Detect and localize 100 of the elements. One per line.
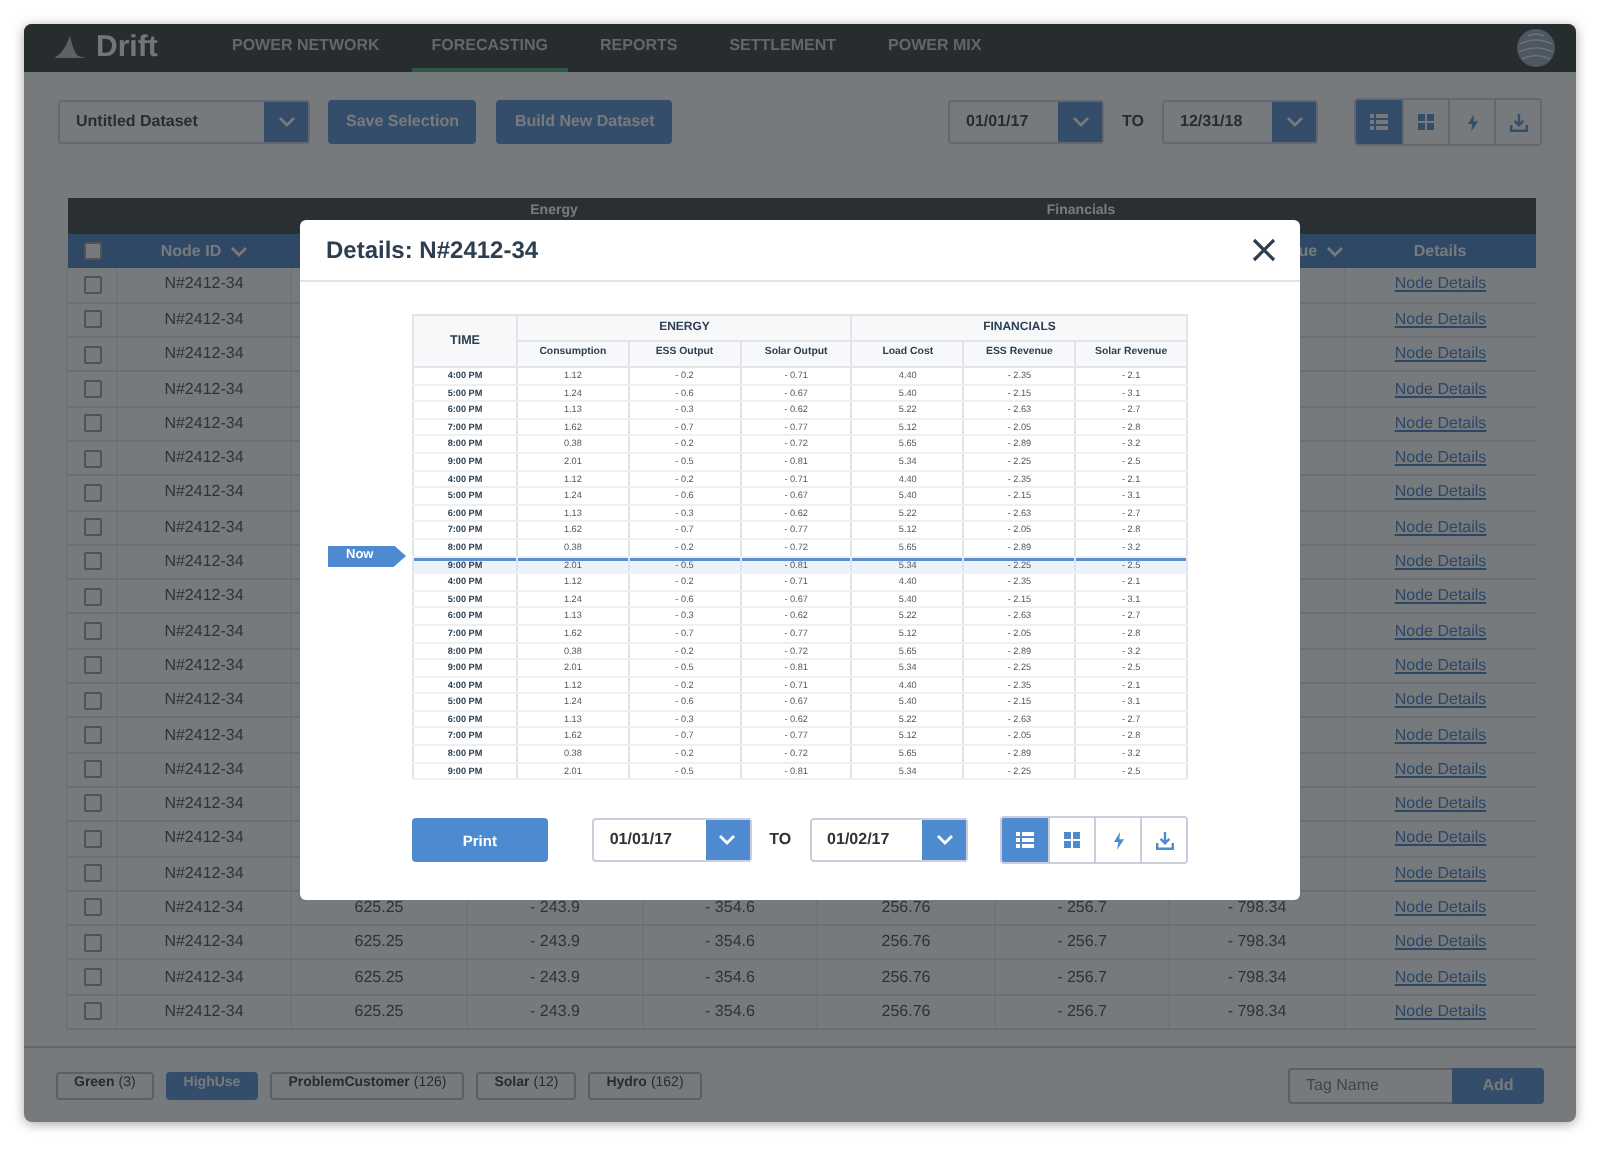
- table-cell: - 256.7: [1057, 932, 1107, 951]
- add-button[interactable]: Add: [1452, 1067, 1544, 1103]
- nav-tab[interactable]: REPORTS: [580, 24, 698, 72]
- node-details-link[interactable]: Node Details: [1394, 655, 1487, 674]
- table-cell: N#2412-34: [164, 967, 244, 986]
- table-cell: 625.25: [354, 932, 404, 951]
- table-cell: - 256.7: [1057, 1001, 1107, 1020]
- dropdown-button[interactable]: [1058, 102, 1103, 142]
- checkbox[interactable]: [83, 345, 101, 364]
- download-icon: [1509, 113, 1527, 131]
- node-details-link[interactable]: Node Details: [1394, 482, 1487, 501]
- node-details-link[interactable]: Node Details: [1394, 413, 1487, 432]
- checkbox[interactable]: [83, 587, 101, 606]
- table-cell: N#2412-34: [164, 586, 244, 605]
- table-cell: N#2412-34: [164, 448, 244, 467]
- checkbox[interactable]: [83, 760, 101, 779]
- nav-tab[interactable]: SETTLEMENT: [709, 24, 857, 72]
- table-cell: 625.25: [354, 1001, 404, 1020]
- fin-logo-icon: [52, 36, 88, 60]
- node-details-link[interactable]: Node Details: [1394, 344, 1487, 363]
- download-view-button[interactable]: [1140, 818, 1186, 863]
- table-cell: N#2412-34: [164, 897, 244, 916]
- toolbar-button[interactable]: Build New Dataset: [496, 100, 673, 144]
- chevron-down-icon: [277, 116, 295, 128]
- checkbox[interactable]: [83, 414, 101, 433]
- dropdown-button[interactable]: [1272, 102, 1316, 142]
- node-details-link[interactable]: Node Details: [1394, 517, 1487, 536]
- toolbar-button[interactable]: Save Selection: [328, 100, 477, 144]
- node-details-link[interactable]: Node Details: [1394, 448, 1487, 467]
- dropdown-button[interactable]: [705, 820, 750, 861]
- node-details-link[interactable]: Node Details: [1394, 897, 1487, 916]
- table-cell: - 354.6: [705, 897, 755, 916]
- table-cell: N#2412-34: [164, 274, 244, 293]
- date-select[interactable]: 12/31/18: [1162, 100, 1318, 144]
- lightning-bolt-icon: [1467, 113, 1477, 131]
- node-details-link[interactable]: Node Details: [1394, 725, 1487, 743]
- checkbox[interactable]: [83, 829, 101, 848]
- checkbox[interactable]: [83, 656, 101, 675]
- table-cell: N#2412-34: [164, 621, 244, 640]
- node-details-link[interactable]: Node Details: [1394, 621, 1487, 640]
- table-cell: - 256.7: [1057, 897, 1107, 916]
- checkbox[interactable]: [83, 552, 101, 571]
- checkbox[interactable]: [83, 241, 101, 260]
- checkbox[interactable]: [83, 379, 101, 398]
- node-details-link[interactable]: Node Details: [1394, 586, 1487, 605]
- checkbox[interactable]: [83, 794, 101, 813]
- node-details-link[interactable]: Node Details: [1394, 863, 1487, 882]
- checkbox[interactable]: [83, 864, 101, 883]
- checkbox[interactable]: [83, 449, 101, 468]
- nav-tab[interactable]: FORECASTING: [411, 24, 569, 72]
- column-header[interactable]: ue: [1298, 239, 1344, 263]
- node-details-link[interactable]: Node Details: [1394, 967, 1487, 986]
- node-details-link[interactable]: Node Details: [1394, 690, 1487, 709]
- node-details-link[interactable]: Node Details: [1394, 309, 1487, 328]
- list-view-button[interactable]: [1356, 100, 1402, 144]
- date-select[interactable]: 01/02/17: [809, 818, 969, 863]
- dropdown-button[interactable]: [264, 102, 308, 142]
- node-details-link[interactable]: Node Details: [1394, 552, 1487, 571]
- checkbox[interactable]: [83, 898, 101, 917]
- checkbox[interactable]: [83, 933, 101, 952]
- checkbox[interactable]: [83, 483, 101, 502]
- lightning-bolt-icon: [1113, 831, 1124, 850]
- checkbox[interactable]: [83, 967, 101, 986]
- node-details-link[interactable]: Node Details: [1394, 828, 1487, 847]
- table-cell: 256.76: [881, 1001, 931, 1020]
- close-button[interactable]: [1252, 238, 1276, 262]
- table-cell: N#2412-34: [164, 932, 244, 951]
- table-cell: - 354.6: [705, 1001, 755, 1020]
- node-details-link[interactable]: Node Details: [1394, 759, 1487, 778]
- table-cell: N#2412-34: [164, 482, 244, 501]
- checkbox[interactable]: [83, 275, 101, 294]
- nav-tab[interactable]: POWER MIX: [868, 24, 1002, 72]
- chevron-down-icon: [935, 834, 954, 847]
- checkbox[interactable]: [83, 310, 101, 329]
- checkbox[interactable]: [83, 1002, 101, 1021]
- checkbox[interactable]: [83, 518, 101, 537]
- dataset-select[interactable]: Untitled Dataset: [58, 100, 310, 144]
- node-details-link[interactable]: Node Details: [1394, 379, 1487, 398]
- checkbox[interactable]: [83, 725, 101, 744]
- table-cell: - 354.6: [705, 932, 755, 951]
- grid-icon: [1418, 114, 1434, 130]
- table-cell: N#2412-34: [164, 655, 244, 674]
- date-select[interactable]: 01/01/17: [591, 818, 752, 863]
- dropdown-button[interactable]: [922, 820, 967, 861]
- node-details-link[interactable]: Node Details: [1394, 932, 1487, 951]
- table-cell: - 798.34: [1227, 932, 1287, 951]
- nav-tab[interactable]: POWER NETWORK: [212, 24, 400, 72]
- node-details-link[interactable]: Node Details: [1394, 274, 1487, 293]
- list-icon: [1370, 114, 1388, 130]
- table-cell: - 243.9: [530, 1001, 580, 1020]
- list-view-button[interactable]: [1002, 818, 1049, 863]
- table-cell: - 243.9: [530, 932, 580, 951]
- date-select[interactable]: 01/01/17: [948, 100, 1105, 144]
- checkbox[interactable]: [83, 622, 101, 640]
- date-value: 01/02/17: [825, 828, 892, 853]
- node-details-link[interactable]: Node Details: [1394, 1001, 1487, 1020]
- checkbox[interactable]: [83, 691, 101, 710]
- download-view-button[interactable]: [1494, 100, 1540, 144]
- node-details-link[interactable]: Node Details: [1394, 794, 1487, 813]
- chevron-down-icon: [718, 834, 737, 847]
